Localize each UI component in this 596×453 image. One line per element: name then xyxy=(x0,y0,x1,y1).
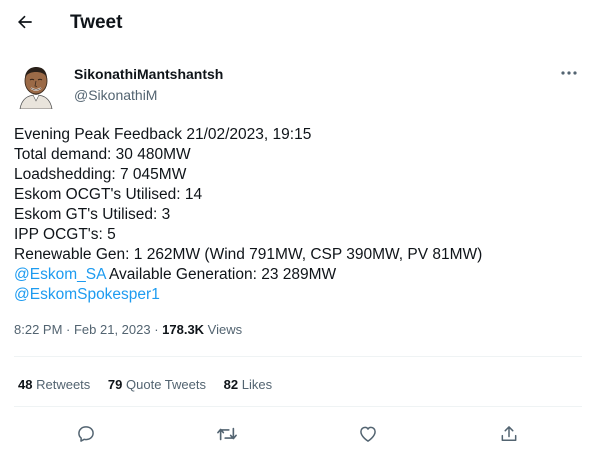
retweet-icon xyxy=(216,424,238,444)
mention-link[interactable]: @EskomSpokesper1 xyxy=(14,286,160,303)
more-horizontal-icon xyxy=(560,70,578,76)
quote-tweets-stat[interactable]: 79 Quote Tweets xyxy=(108,377,206,392)
engagement-stats: 48 Retweets 79 Quote Tweets 82 Likes xyxy=(18,377,286,392)
tweet-line: Renewable Gen: 1 262MW (Wind 791MW, CSP … xyxy=(14,246,483,263)
tweet-text: Evening Peak Feedback 21/02/2023, 19:15 … xyxy=(14,125,584,305)
more-button[interactable] xyxy=(556,62,582,84)
author-name[interactable]: SikonathiMantshantsh xyxy=(74,66,223,82)
divider xyxy=(14,406,582,407)
back-button[interactable] xyxy=(14,11,36,33)
tweet-line: Total demand: 30 480MW xyxy=(14,146,191,163)
views-label: Views xyxy=(204,322,243,337)
reply-button[interactable] xyxy=(71,420,101,448)
likes-stat[interactable]: 82 Likes xyxy=(224,377,272,392)
tweet-line: Eskom GT's Utilised: 3 xyxy=(14,206,171,223)
retweets-label: Retweets xyxy=(36,377,91,392)
arrow-left-icon xyxy=(15,12,35,32)
tweet-line: @Eskom_SA Available Generation: 23 289MW xyxy=(14,265,584,285)
author-handle[interactable]: @SikonathiM xyxy=(74,87,157,103)
tweet-line: Loadshedding: 7 045MW xyxy=(14,166,187,183)
likes-count: 82 xyxy=(223,377,239,392)
quote-tweets-count: 79 xyxy=(107,377,123,392)
avatar[interactable] xyxy=(16,61,56,109)
retweet-button[interactable] xyxy=(212,420,242,448)
page-header: Tweet xyxy=(0,0,596,46)
tweet-line: Evening Peak Feedback 21/02/2023, 19:15 xyxy=(14,126,312,143)
tweet-meta: 8:22 PM · Feb 21, 2023 · 178.3K Views xyxy=(14,322,242,337)
views-count: 178.3K xyxy=(162,322,205,337)
reply-icon xyxy=(76,424,96,444)
retweets-count: 48 xyxy=(18,377,33,392)
tweet-line: @EskomSpokesper1 xyxy=(14,285,584,305)
retweets-stat[interactable]: 48 Retweets xyxy=(18,377,90,392)
page-title: Tweet xyxy=(70,12,123,33)
tweet-line-text: Available Generation: 23 289MW xyxy=(105,266,337,283)
quote-tweets-label: Quote Tweets xyxy=(126,377,206,392)
tweet-line: IPP OCGT's: 5 xyxy=(14,226,116,243)
divider xyxy=(14,356,582,357)
heart-icon xyxy=(358,424,378,444)
share-button[interactable] xyxy=(494,420,524,448)
likes-label: Likes xyxy=(241,377,273,392)
mention-link[interactable]: @Eskom_SA xyxy=(14,266,106,283)
timestamp[interactable]: 8:22 PM · Feb 21, 2023 · xyxy=(14,322,162,337)
tweet-line: Eskom OCGT's Utilised: 14 xyxy=(14,186,203,203)
share-icon xyxy=(499,424,519,444)
action-bar xyxy=(0,420,596,450)
like-button[interactable] xyxy=(353,420,383,448)
